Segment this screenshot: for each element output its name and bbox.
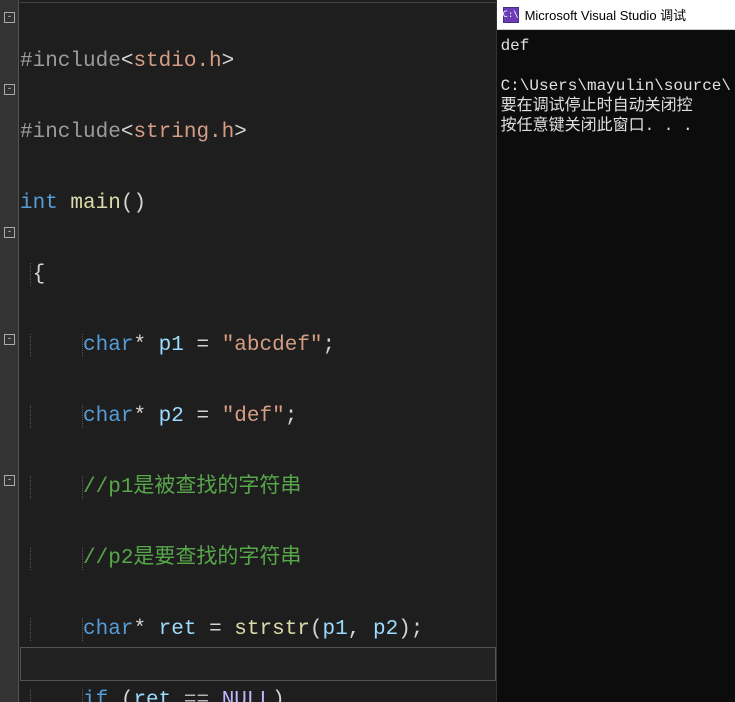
keyword: if	[83, 689, 108, 702]
comment: //p2是要查找的字符串	[83, 547, 301, 570]
editor-ruler	[20, 2, 496, 5]
macro: NULL	[222, 689, 272, 702]
preproc-directive: #include	[20, 121, 121, 144]
console-line: 要在调试停止时自动关闭控	[501, 97, 693, 115]
console-output: def C:\Users\mayulin\source\ 要在调试停止时自动关闭…	[497, 30, 735, 142]
string-literal: "abcdef"	[222, 334, 323, 357]
identifier: p1	[159, 334, 184, 357]
fold-icon[interactable]: -	[4, 475, 15, 486]
identifier: p2	[159, 405, 184, 428]
code-editor-pane[interactable]: - - - - - #include<stdio.h> #include<str…	[0, 0, 496, 702]
console-line: 按任意键关闭此窗口. . .	[501, 117, 693, 135]
fold-icon[interactable]: -	[4, 84, 15, 95]
console-titlebar[interactable]: C:\ Microsoft Visual Studio 调试	[497, 0, 735, 30]
identifier: ret	[159, 618, 197, 641]
console-line: def	[501, 37, 530, 55]
code-area[interactable]: #include<stdio.h> #include<string.h> int…	[20, 8, 496, 702]
header-name: stdio.h	[133, 50, 221, 73]
console-title-icon: C:\	[503, 7, 519, 23]
comment: //p1是被查找的字符串	[83, 476, 301, 499]
function-name: main	[70, 192, 120, 215]
console-title: Microsoft Visual Studio 调试	[525, 5, 687, 24]
fold-icon[interactable]: -	[4, 334, 15, 345]
string-literal: "def"	[222, 405, 285, 428]
console-pane[interactable]: C:\ Microsoft Visual Studio 调试 def C:\Us…	[496, 0, 735, 702]
fold-icon[interactable]: -	[4, 12, 15, 23]
header-name: string.h	[133, 121, 234, 144]
function-call: strstr	[234, 618, 310, 641]
keyword: int	[20, 192, 58, 215]
fold-icon[interactable]: -	[4, 227, 15, 238]
editor-gutter: - - - - -	[0, 0, 19, 702]
console-line: C:\Users\mayulin\source\	[501, 77, 731, 95]
preproc-directive: #include	[20, 50, 121, 73]
